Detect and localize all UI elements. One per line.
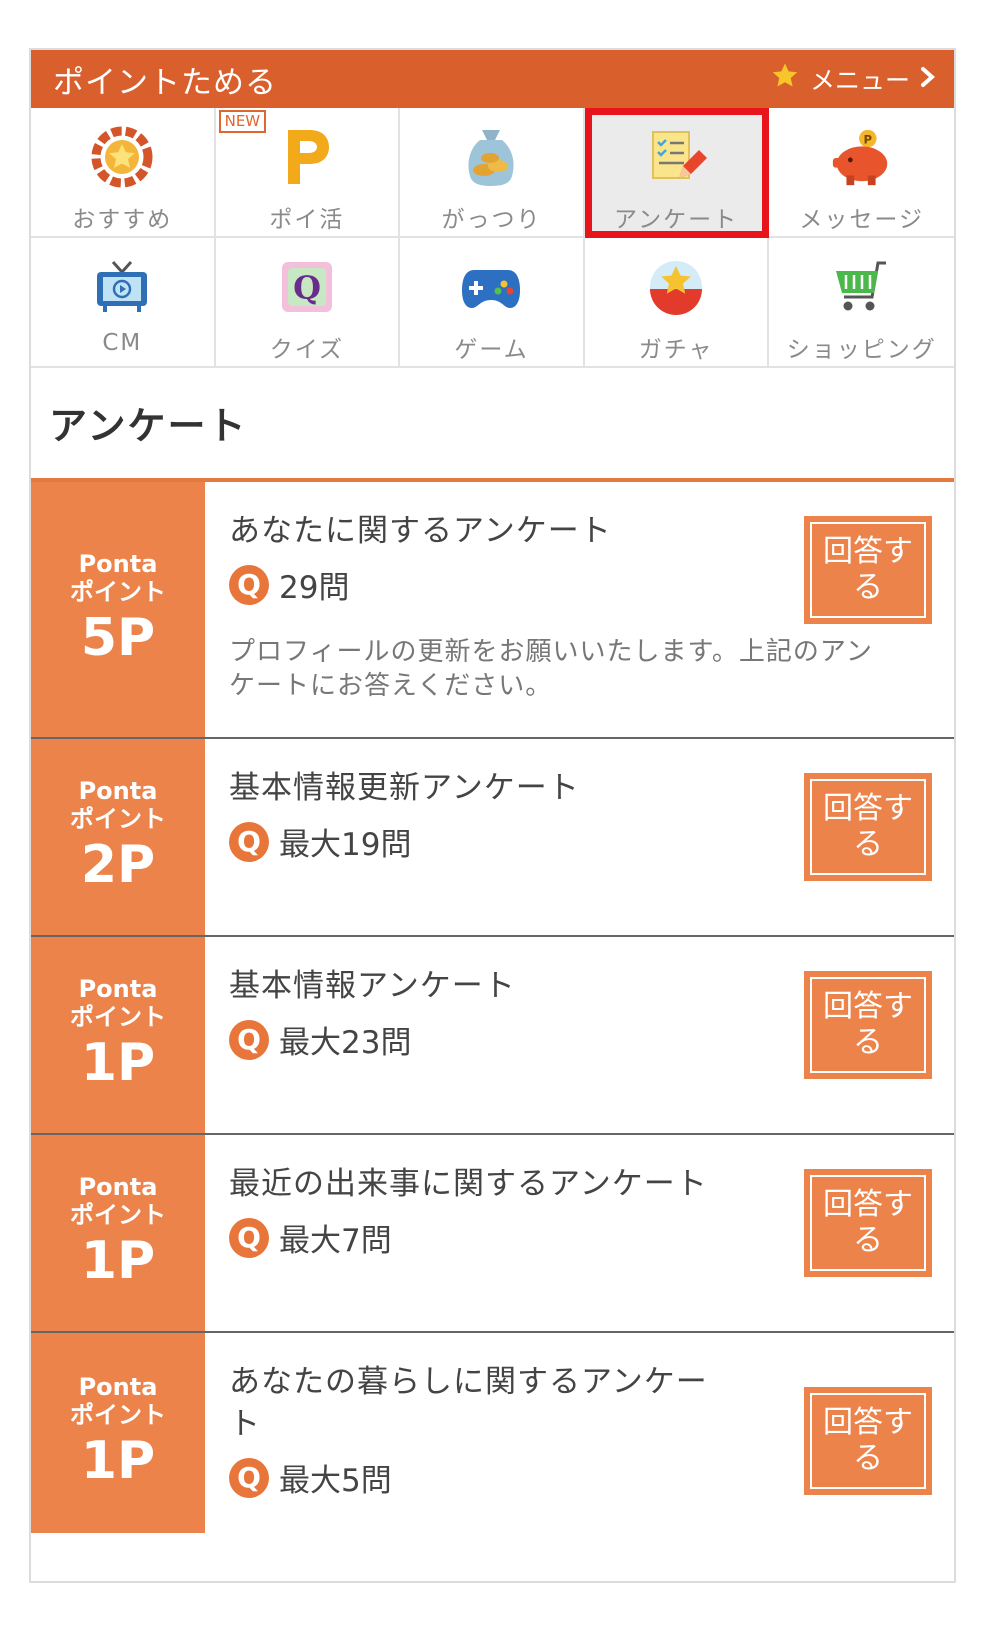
answer-button[interactable]: 回答する <box>804 1387 932 1495</box>
points-value: 1P <box>80 1033 156 1093</box>
chevron-right-icon <box>920 65 936 94</box>
piggy-bank-icon: P <box>829 124 895 190</box>
gacha-capsule-icon <box>643 254 709 320</box>
answer-button[interactable]: 回答する <box>804 773 932 881</box>
points-panel: Ponta ポイント 5P <box>31 482 205 737</box>
survey-row: Ponta ポイント 1P 最近の出来事に関するアンケート Q 最大7問 回答す… <box>31 1135 954 1333</box>
point-label: ポイント <box>70 1201 166 1229</box>
category-message[interactable]: P メッセージ <box>769 108 954 238</box>
section-title: アンケート <box>31 368 954 482</box>
points-panel: Ponta ポイント 1P <box>31 1333 205 1533</box>
survey-row: Ponta ポイント 1P 基本情報アンケート Q 最大23問 回答する <box>31 937 954 1135</box>
notepad-pencil-icon <box>643 124 709 190</box>
category-gacha[interactable]: ガチャ <box>584 238 770 368</box>
ponta-label: Ponta <box>78 1373 158 1401</box>
points-value: 1P <box>80 1431 156 1491</box>
survey-title: 基本情報アンケート <box>229 968 516 1004</box>
svg-text:P: P <box>863 132 872 146</box>
category-quiz[interactable]: Q クイズ <box>215 238 401 368</box>
points-value: 1P <box>80 1231 156 1291</box>
answer-button-label: 回答する <box>810 977 926 1073</box>
answer-button-label: 回答する <box>810 522 926 618</box>
money-bag-icon <box>458 124 524 190</box>
point-label: ポイント <box>70 805 166 833</box>
category-label: おすすめ <box>72 207 173 233</box>
points-panel: Ponta ポイント 1P <box>31 937 205 1133</box>
survey-body: あなたに関するアンケート Q 29問 プロフィールの更新をお願いいたします。上記… <box>205 482 954 737</box>
answer-button[interactable]: 回答する <box>804 516 932 624</box>
app-frame: ポイントためる メニュー おすすめ NEW ポイ活 がっつり アンケート P メ… <box>29 48 956 1583</box>
answer-button[interactable]: 回答する <box>804 1169 932 1277</box>
survey-title: 基本情報更新アンケート <box>229 770 580 806</box>
ponta-label: Ponta <box>78 1173 158 1201</box>
quiz-q-icon: Q <box>274 254 340 320</box>
category-label: がっつり <box>441 207 542 233</box>
shopping-cart-icon <box>829 254 895 320</box>
question-q-icon: Q <box>229 821 269 862</box>
new-badge: NEW <box>218 110 267 133</box>
category-label: ポイ活 <box>269 207 345 233</box>
question-q-icon: Q <box>229 564 269 605</box>
survey-row: Ponta ポイント 1P あなたの暮らしに関するアンケート Q 最大5問 回答… <box>31 1333 954 1533</box>
star-icon <box>770 61 800 97</box>
ponta-label: Ponta <box>78 549 158 578</box>
points-panel: Ponta ポイント 2P <box>31 739 205 935</box>
point-label: ポイント <box>70 1003 166 1031</box>
ponta-label: Ponta <box>78 975 158 1003</box>
gamepad-icon <box>458 254 524 320</box>
answer-button-label: 回答する <box>810 1393 926 1489</box>
points-panel: Ponta ポイント 1P <box>31 1135 205 1331</box>
category-label: アンケート <box>614 207 739 233</box>
question-count-text: 最大19問 <box>279 827 412 863</box>
answer-button-label: 回答する <box>810 779 926 875</box>
category-label: CM <box>102 330 143 356</box>
question-count-text: 29問 <box>279 570 350 606</box>
answer-button-label: 回答する <box>810 1175 926 1271</box>
category-grid: おすすめ NEW ポイ活 がっつり アンケート P メッセージ CM Q クイズ… <box>31 108 954 368</box>
header-bar: ポイントためる メニュー <box>31 50 954 108</box>
category-cm[interactable]: CM <box>31 238 216 368</box>
header-title: ポイントためる <box>53 64 277 101</box>
question-q-icon: Q <box>229 1457 269 1498</box>
menu-button[interactable]: メニュー <box>770 61 936 97</box>
category-shopping[interactable]: ショッピング <box>769 238 954 368</box>
laurel-star-icon <box>89 124 155 190</box>
p-letter-icon <box>274 124 340 190</box>
survey-title: 最近の出来事に関するアンケート <box>229 1166 708 1202</box>
ponta-label: Ponta <box>78 777 158 805</box>
question-count-text: 最大7問 <box>279 1223 392 1259</box>
survey-row: Ponta ポイント 5P あなたに関するアンケート Q 29問 プロフィールの… <box>31 482 954 739</box>
survey-row: Ponta ポイント 2P 基本情報更新アンケート Q 最大19問 回答する <box>31 739 954 937</box>
category-gattsuri[interactable]: がっつり <box>400 108 585 238</box>
category-label: ガチャ <box>638 337 714 363</box>
point-label: ポイント <box>70 1401 166 1429</box>
survey-title: あなたの暮らしに関するアンケート <box>229 1364 708 1442</box>
question-q-icon: Q <box>229 1217 269 1258</box>
question-count-text: 最大23問 <box>279 1025 412 1061</box>
survey-title: あなたに関するアンケート <box>229 513 612 549</box>
svg-text:Q: Q <box>293 269 321 307</box>
category-game[interactable]: ゲーム <box>400 238 585 368</box>
survey-description: プロフィールの更新をお願いいたします。上記のアンケートにお答えください。 <box>229 637 873 701</box>
point-label: ポイント <box>70 577 166 606</box>
question-q-icon: Q <box>229 1019 269 1060</box>
menu-label: メニュー <box>809 66 910 95</box>
category-label: ショッピング <box>786 337 937 363</box>
category-label: ゲーム <box>454 337 529 363</box>
category-poikatsu[interactable]: NEW ポイ活 <box>215 108 401 238</box>
survey-body: 基本情報アンケート Q 最大23問 回答する <box>205 937 954 1133</box>
survey-body: 基本情報更新アンケート Q 最大19問 回答する <box>205 739 954 935</box>
tv-icon <box>89 254 155 320</box>
category-label: クイズ <box>269 337 345 363</box>
category-osusume[interactable]: おすすめ <box>31 108 216 238</box>
category-survey[interactable]: アンケート <box>584 108 770 238</box>
category-label: メッセージ <box>799 207 924 233</box>
survey-body: あなたの暮らしに関するアンケート Q 最大5問 回答する <box>205 1333 954 1533</box>
points-value: 2P <box>80 835 156 895</box>
points-value: 5P <box>80 607 156 668</box>
answer-button[interactable]: 回答する <box>804 971 932 1079</box>
survey-body: 最近の出来事に関するアンケート Q 最大7問 回答する <box>205 1135 954 1331</box>
question-count-text: 最大5問 <box>279 1463 392 1499</box>
